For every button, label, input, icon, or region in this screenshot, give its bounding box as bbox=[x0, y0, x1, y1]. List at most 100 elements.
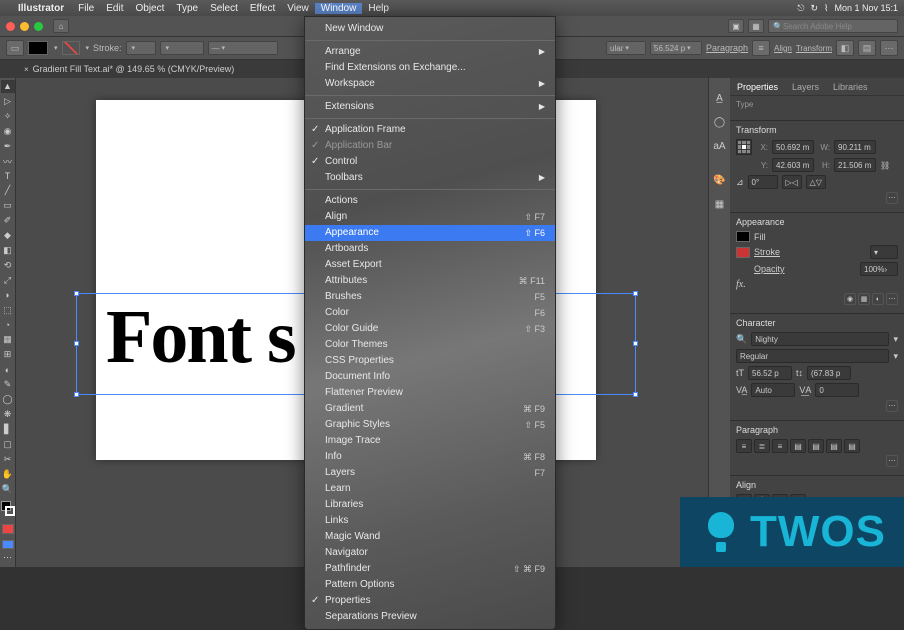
mi-find-ext[interactable]: Find Extensions on Exchange... bbox=[305, 60, 555, 76]
stroke-color[interactable] bbox=[736, 247, 750, 258]
magic-wand-tool[interactable]: ✧ bbox=[1, 110, 15, 123]
menu-help[interactable]: Help bbox=[362, 3, 395, 14]
align-panel-button[interactable]: ≡ bbox=[752, 40, 770, 56]
mi-color[interactable]: ColorF6 bbox=[305, 305, 555, 321]
link-icon[interactable]: ⛓ bbox=[880, 161, 890, 170]
mi-arrange[interactable]: Arrange▶ bbox=[305, 44, 555, 60]
mi-attributes[interactable]: Attributes⌘ F11 bbox=[305, 273, 555, 289]
align-right-button[interactable]: ≡ bbox=[772, 439, 788, 453]
mi-actions[interactable]: Actions bbox=[305, 193, 555, 209]
menu-type[interactable]: Type bbox=[170, 3, 204, 14]
slice-tool[interactable]: ✂ bbox=[1, 453, 15, 466]
artboard-tool[interactable]: ▢ bbox=[1, 438, 15, 451]
screen-mode-icon[interactable] bbox=[2, 540, 14, 549]
color-mode-icon[interactable] bbox=[2, 524, 14, 533]
line-tool[interactable]: ╱ bbox=[1, 184, 15, 197]
rotation-field[interactable]: 0° bbox=[748, 175, 778, 189]
more-options-icon[interactable]: ⋯ bbox=[886, 192, 898, 204]
rotate-tool[interactable]: ⟲ bbox=[1, 259, 15, 272]
mi-sep-preview[interactable]: Separations Preview bbox=[305, 609, 555, 625]
mi-libraries[interactable]: Libraries bbox=[305, 497, 555, 513]
mi-artboards[interactable]: Artboards bbox=[305, 241, 555, 257]
zoom-tool[interactable]: 🔍 bbox=[1, 483, 15, 496]
mi-css-props[interactable]: CSS Properties bbox=[305, 353, 555, 369]
mi-brushes[interactable]: BrushesF5 bbox=[305, 289, 555, 305]
align-left-button[interactable]: ≡ bbox=[736, 439, 752, 453]
glyphs-panel-icon[interactable]: aA bbox=[712, 138, 728, 154]
sync-icon[interactable]: ↻ bbox=[811, 3, 819, 14]
mi-navigator[interactable]: Navigator bbox=[305, 545, 555, 561]
stroke-weight[interactable]: ▾ bbox=[126, 41, 156, 55]
menu-file[interactable]: File bbox=[72, 3, 100, 14]
shaper-tool[interactable]: ◆ bbox=[1, 229, 15, 242]
justify-left-button[interactable]: ▤ bbox=[790, 439, 806, 453]
tab-layers[interactable]: Layers bbox=[785, 78, 826, 95]
hand-tool[interactable]: ✋ bbox=[1, 468, 15, 481]
menu-window[interactable]: Window bbox=[315, 3, 363, 14]
symbol-sprayer-tool[interactable]: ❋ bbox=[1, 408, 15, 421]
paragraph-label[interactable]: Paragraph bbox=[706, 43, 748, 53]
selection-tool[interactable]: ▲ bbox=[1, 80, 15, 93]
panel-menu-icon[interactable]: ⋯ bbox=[880, 40, 898, 56]
fx-button[interactable]: fx. bbox=[736, 279, 746, 290]
font-weight-field[interactable]: Regular bbox=[736, 349, 889, 363]
home-button[interactable]: ⌂ bbox=[53, 19, 69, 33]
direct-selection-tool[interactable]: ▷ bbox=[1, 95, 15, 108]
mi-extensions[interactable]: Extensions▶ bbox=[305, 99, 555, 115]
mi-app-frame[interactable]: ✓Application Frame bbox=[305, 122, 555, 138]
stroke-dd-icon[interactable]: ▾ bbox=[86, 44, 90, 52]
scale-tool[interactable]: ⤢ bbox=[1, 274, 15, 287]
arrange-docs-button[interactable]: ▦ bbox=[748, 19, 764, 33]
graph-tool[interactable]: ▋ bbox=[1, 423, 15, 436]
type-tool[interactable]: T bbox=[1, 170, 15, 183]
style-def[interactable]: —▾ bbox=[208, 41, 278, 55]
y-field[interactable]: 42.603 m bbox=[772, 158, 814, 172]
font-family-field[interactable]: Nighty bbox=[751, 332, 889, 346]
document-tab[interactable]: × Gradient Fill Text.ai* @ 149.65 % (CMY… bbox=[16, 64, 242, 74]
mi-flattener[interactable]: Flattener Preview bbox=[305, 385, 555, 401]
reference-point[interactable] bbox=[736, 139, 752, 155]
extra-icon-1[interactable]: ◧ bbox=[836, 40, 854, 56]
mi-links[interactable]: Links bbox=[305, 513, 555, 529]
close-tab-icon[interactable]: × bbox=[24, 65, 29, 74]
mi-doc-info[interactable]: Document Info bbox=[305, 369, 555, 385]
justify-right-button[interactable]: ▤ bbox=[826, 439, 842, 453]
fill-swatch[interactable] bbox=[28, 41, 48, 55]
stroke-weight-field[interactable]: ▾ bbox=[870, 245, 898, 259]
mi-control[interactable]: ✓Control bbox=[305, 154, 555, 170]
mi-pattern-opts[interactable]: Pattern Options bbox=[305, 577, 555, 593]
shape-builder-tool[interactable]: ◔ bbox=[1, 319, 15, 332]
w-field[interactable]: 90.211 m bbox=[834, 140, 876, 154]
blend-tool[interactable]: ◯ bbox=[1, 393, 15, 406]
perspective-tool[interactable]: ▦ bbox=[1, 334, 15, 347]
cc-icon[interactable]: ⎋ bbox=[797, 3, 804, 14]
justify-center-button[interactable]: ▤ bbox=[808, 439, 824, 453]
wifi-icon[interactable]: ⌇ bbox=[824, 3, 828, 14]
mi-color-themes[interactable]: Color Themes bbox=[305, 337, 555, 353]
mi-image-trace[interactable]: Image Trace bbox=[305, 433, 555, 449]
no-stroke-swatch[interactable] bbox=[62, 41, 80, 55]
mi-align[interactable]: Align⇧ F7 bbox=[305, 209, 555, 225]
kerning-field[interactable]: Auto bbox=[751, 383, 795, 397]
mi-appearance[interactable]: Appearance⇧ F6 bbox=[305, 225, 555, 241]
appearance-opt-2[interactable]: ▦ bbox=[858, 293, 870, 305]
align-center-button[interactable]: ≣ bbox=[754, 439, 770, 453]
mi-graphic-styles[interactable]: Graphic Styles⇧ F5 bbox=[305, 417, 555, 433]
appearance-more[interactable]: ⋯ bbox=[886, 293, 898, 305]
extra-icon-2[interactable]: ▤ bbox=[858, 40, 876, 56]
font-style-dd[interactable]: ular▾ bbox=[606, 41, 646, 55]
mi-properties[interactable]: ✓Properties bbox=[305, 593, 555, 609]
fill-stroke-control[interactable] bbox=[1, 501, 15, 516]
search-help[interactable]: 🔍 Search Adobe Help bbox=[768, 19, 898, 33]
menu-edit[interactable]: Edit bbox=[100, 3, 129, 14]
tab-libraries[interactable]: Libraries bbox=[826, 78, 875, 95]
tracking-field[interactable]: 0 bbox=[815, 383, 859, 397]
mi-learn[interactable]: Learn bbox=[305, 481, 555, 497]
transform-label[interactable]: Transform bbox=[796, 44, 832, 53]
mi-info[interactable]: Info⌘ F8 bbox=[305, 449, 555, 465]
close-window-button[interactable] bbox=[6, 22, 15, 31]
mi-workspace[interactable]: Workspace▶ bbox=[305, 76, 555, 92]
fill-color[interactable] bbox=[736, 231, 750, 242]
leading-field[interactable]: (67.83 p bbox=[807, 366, 851, 380]
align-label[interactable]: Align bbox=[774, 44, 792, 53]
